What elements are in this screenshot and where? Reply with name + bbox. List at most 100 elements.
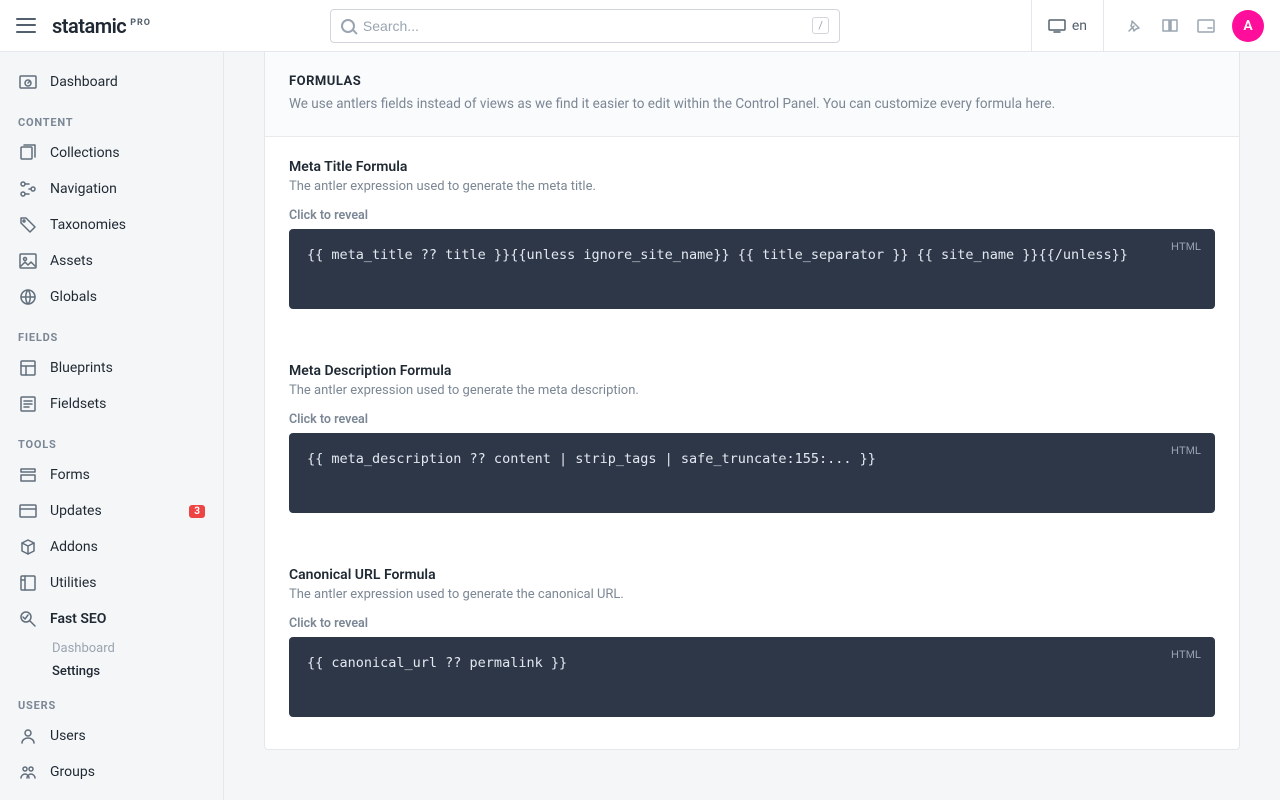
sidebar-item-label: Globals [50, 289, 97, 305]
subnav-settings[interactable]: Settings [52, 660, 223, 683]
card-icon[interactable] [1196, 16, 1216, 36]
sidebar-item-label: Utilities [50, 575, 97, 591]
field-desc: The antler expression used to generate t… [289, 587, 1215, 602]
seo-icon [18, 609, 38, 629]
brand-name: statamic [52, 14, 126, 38]
section-header: FORMULAS We use antlers fields instead o… [265, 52, 1239, 137]
main-content: FORMULAS We use antlers fields instead o… [224, 52, 1280, 800]
sidebar-item-label: Assets [50, 253, 93, 269]
sidebar-item-utilities[interactable]: Utilities [0, 565, 223, 601]
sidebar-item-label: Forms [50, 467, 90, 483]
sidebar-group-users: USERS [0, 683, 223, 718]
app-header: statamic PRO / en A [0, 0, 1280, 52]
sidebar-item-fast-seo[interactable]: Fast SEO [0, 601, 223, 637]
addons-icon [18, 537, 38, 557]
sidebar-item-assets[interactable]: Assets [0, 243, 223, 279]
sidebar-item-updates[interactable]: Updates 3 [0, 493, 223, 529]
gauge-icon [18, 72, 38, 92]
sidebar-item-users[interactable]: Users [0, 718, 223, 754]
updates-badge: 3 [189, 505, 205, 518]
sidebar-item-label: Taxonomies [50, 217, 126, 233]
code-editor[interactable]: HTML {{ canonical_url ?? permalink }} [289, 637, 1215, 717]
sidebar-item-label: Fieldsets [50, 396, 106, 412]
sidebar-item-navigation[interactable]: Navigation [0, 171, 223, 207]
code-content: {{ meta_title ?? title }}{{unless ignore… [307, 247, 1128, 263]
divider [1103, 0, 1104, 52]
section-subtitle: We use antlers fields instead of views a… [289, 95, 1215, 114]
subnav-dashboard[interactable]: Dashboard [52, 637, 223, 660]
sidebar-item-groups[interactable]: Groups [0, 754, 223, 790]
field-desc: The antler expression used to generate t… [289, 383, 1215, 398]
header-right: en A [1019, 0, 1264, 52]
sidebar-item-addons[interactable]: Addons [0, 529, 223, 565]
sidebar-group-content: CONTENT [0, 100, 223, 135]
search-input[interactable] [363, 18, 812, 34]
code-lang-label: HTML [1171, 647, 1201, 665]
field-title: Canonical URL Formula [289, 567, 1215, 583]
code-lang-label: HTML [1171, 239, 1201, 257]
sidebar-item-dashboard[interactable]: Dashboard [0, 64, 223, 100]
updates-icon [18, 501, 38, 521]
brand-pro-badge: PRO [130, 18, 151, 28]
sidebar-item-taxonomies[interactable]: Taxonomies [0, 207, 223, 243]
section-title: FORMULAS [289, 74, 1215, 89]
code-content: {{ canonical_url ?? permalink }} [307, 655, 567, 671]
search-icon [341, 19, 355, 33]
menu-toggle-button[interactable] [16, 16, 36, 36]
sidebar-item-forms[interactable]: Forms [0, 457, 223, 493]
language-label: en [1072, 18, 1087, 34]
reveal-toggle[interactable]: Click to reveal [289, 616, 1215, 631]
image-icon [18, 251, 38, 271]
fast-seo-subnav: Dashboard Settings [0, 637, 223, 683]
sidebar: Dashboard CONTENT Collections Navigation… [0, 52, 224, 800]
settings-card: FORMULAS We use antlers fields instead o… [264, 52, 1240, 750]
sidebar-item-label: Collections [50, 145, 120, 161]
avatar-initial: A [1243, 18, 1252, 34]
tag-icon [18, 215, 38, 235]
avatar[interactable]: A [1232, 10, 1264, 42]
code-lang-label: HTML [1171, 443, 1201, 461]
sidebar-group-fields: FIELDS [0, 315, 223, 350]
utilities-icon [18, 573, 38, 593]
sidebar-item-collections[interactable]: Collections [0, 135, 223, 171]
pin-icon[interactable] [1124, 16, 1144, 36]
user-icon [18, 726, 38, 746]
sidebar-item-label: Fast SEO [50, 611, 106, 627]
field-canonical-url: Canonical URL Formula The antler express… [265, 545, 1239, 749]
brand-logo[interactable]: statamic PRO [52, 14, 151, 38]
code-content: {{ meta_description ?? content | strip_t… [307, 451, 876, 467]
divider [1031, 0, 1032, 52]
field-title: Meta Description Formula [289, 363, 1215, 379]
reveal-toggle[interactable]: Click to reveal [289, 412, 1215, 427]
sidebar-item-label: Updates [50, 503, 102, 519]
forms-icon [18, 465, 38, 485]
field-meta-title: Meta Title Formula The antler expression… [265, 137, 1239, 341]
reveal-toggle[interactable]: Click to reveal [289, 208, 1215, 223]
sidebar-group-tools: TOOLS [0, 422, 223, 457]
sidebar-item-label: Groups [50, 764, 95, 780]
field-meta-description: Meta Description Formula The antler expr… [265, 341, 1239, 545]
sidebar-item-label: Dashboard [50, 74, 118, 90]
sidebar-item-label: Navigation [50, 181, 117, 197]
search-wrap: / [191, 9, 979, 43]
sidebar-item-label: Users [50, 728, 86, 744]
fieldset-icon [18, 394, 38, 414]
search-shortcut-key: / [812, 17, 829, 34]
sidebar-item-globals[interactable]: Globals [0, 279, 223, 315]
groups-icon [18, 762, 38, 782]
blueprint-icon [18, 358, 38, 378]
code-editor[interactable]: HTML {{ meta_title ?? title }}{{unless ig… [289, 229, 1215, 309]
collections-icon [18, 143, 38, 163]
navigation-icon [18, 179, 38, 199]
field-title: Meta Title Formula [289, 159, 1215, 175]
sidebar-item-label: Blueprints [50, 360, 113, 376]
language-switcher[interactable]: en [1044, 18, 1091, 34]
book-icon[interactable] [1160, 16, 1180, 36]
global-search[interactable]: / [330, 9, 840, 43]
globe-icon [18, 287, 38, 307]
field-desc: The antler expression used to generate t… [289, 179, 1215, 194]
screen-icon [1048, 19, 1066, 33]
sidebar-item-fieldsets[interactable]: Fieldsets [0, 386, 223, 422]
code-editor[interactable]: HTML {{ meta_description ?? content | str… [289, 433, 1215, 513]
sidebar-item-blueprints[interactable]: Blueprints [0, 350, 223, 386]
